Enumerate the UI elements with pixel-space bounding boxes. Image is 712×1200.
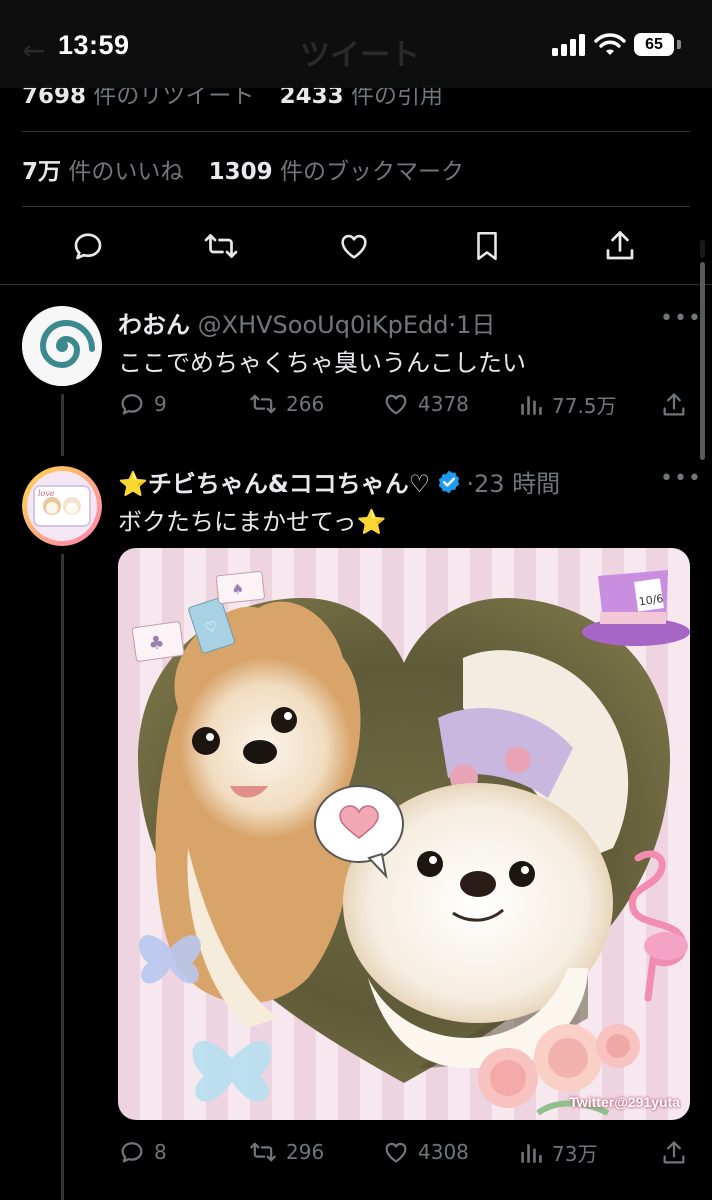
reply-header: ⭐チビちゃん&ココちゃん♡ ·23 時間: [118, 464, 560, 499]
battery-indicator: 65: [634, 33, 674, 56]
handle[interactable]: @XHVSooUq0iKpEdd: [198, 311, 449, 339]
retweet-icon: [250, 394, 276, 414]
bookmarks-label[interactable]: 件のブックマーク: [280, 159, 464, 185]
reply-icon: [121, 1142, 143, 1163]
tweet-text: ボクたちにまかせてっ⭐: [118, 508, 387, 536]
avatar[interactable]: love: [22, 466, 102, 546]
reply-count: 8: [154, 1140, 167, 1164]
divider: [0, 284, 712, 285]
like-icon: [385, 1142, 407, 1163]
spiral-avatar-image: [22, 306, 102, 386]
like-button[interactable]: 4378: [382, 390, 469, 418]
likes-label[interactable]: 件のいいね: [68, 159, 183, 185]
clock: 13:59: [58, 30, 130, 60]
retweet-button[interactable]: 296: [248, 1138, 324, 1166]
view-count: 73万: [552, 1142, 598, 1166]
like-icon: [385, 394, 407, 415]
retweet-icon: [250, 1142, 276, 1162]
scrollbar-track: [700, 240, 705, 258]
reply-icon: [121, 394, 143, 415]
svg-text:♠: ♠: [231, 581, 245, 598]
share-icon[interactable]: [602, 227, 638, 265]
more-icon[interactable]: •••: [660, 466, 702, 491]
bookmarks-count[interactable]: 1309: [209, 159, 273, 185]
verified-badge-icon: [439, 470, 460, 493]
retweet-icon[interactable]: [202, 228, 240, 264]
back-arrow-icon[interactable]: ←: [22, 34, 45, 67]
bookmark-icon[interactable]: [470, 228, 504, 264]
svg-text:love: love: [38, 489, 55, 498]
like-count: 4378: [418, 392, 469, 416]
retweet-button[interactable]: 266: [248, 390, 324, 418]
views-icon: [521, 1143, 542, 1163]
like-count: 4308: [418, 1140, 469, 1164]
timestamp[interactable]: ·23 時間: [466, 464, 560, 499]
wifi-icon: [594, 33, 626, 55]
more-icon[interactable]: •••: [660, 306, 702, 331]
image-watermark: Twitter@291yuta: [569, 1094, 680, 1110]
dogs-photo: ♣ ♡ ♠ 10/6: [118, 548, 690, 1120]
views-button[interactable]: 73万: [518, 1138, 597, 1167]
avatar[interactable]: [22, 306, 102, 386]
svg-text:♣: ♣: [147, 632, 166, 655]
views-icon: [521, 395, 542, 415]
battery-cap: [677, 40, 681, 49]
like-icon[interactable]: [336, 229, 372, 263]
reply-count: 9: [154, 392, 167, 416]
reply-icon[interactable]: [70, 228, 106, 264]
display-name[interactable]: わおん: [118, 311, 190, 339]
view-count: 77.5万: [552, 394, 617, 418]
reply-button[interactable]: 9: [118, 390, 167, 418]
likes-count[interactable]: 7万: [22, 159, 61, 185]
scrollbar-thumb[interactable]: [700, 262, 705, 460]
share-icon[interactable]: [660, 1138, 688, 1168]
divider: [22, 206, 690, 207]
tweet-media-image[interactable]: ♣ ♡ ♠ 10/6 Twitter@291yuta: [118, 548, 690, 1120]
retweet-count: 266: [286, 392, 325, 416]
timestamp[interactable]: ·1日: [449, 311, 496, 339]
divider: [22, 131, 690, 132]
reply-header: わおん @XHVSooUq0iKpEdd·1日: [118, 305, 495, 340]
views-button[interactable]: 77.5万: [518, 390, 617, 419]
thread-line: [61, 394, 64, 456]
reply-button[interactable]: 8: [118, 1138, 167, 1166]
page-title: ツイート: [300, 38, 420, 73]
share-icon[interactable]: [660, 390, 688, 420]
thread-line: [61, 554, 64, 1200]
like-button[interactable]: 4308: [382, 1138, 469, 1166]
dog-avatar-image: love: [22, 466, 102, 546]
retweet-count: 296: [286, 1140, 325, 1164]
status-bar: ← ツイート 13:59 65: [0, 0, 712, 88]
display-name[interactable]: ⭐チビちゃん&ココちゃん♡: [118, 464, 430, 499]
tweet-text: ここでめちゃくちゃ臭いうんこしたい: [118, 349, 526, 377]
like-bookmark-stats: 7万 件のいいね 1309 件のブックマーク: [22, 152, 464, 192]
cellular-signal-icon: [552, 34, 585, 56]
